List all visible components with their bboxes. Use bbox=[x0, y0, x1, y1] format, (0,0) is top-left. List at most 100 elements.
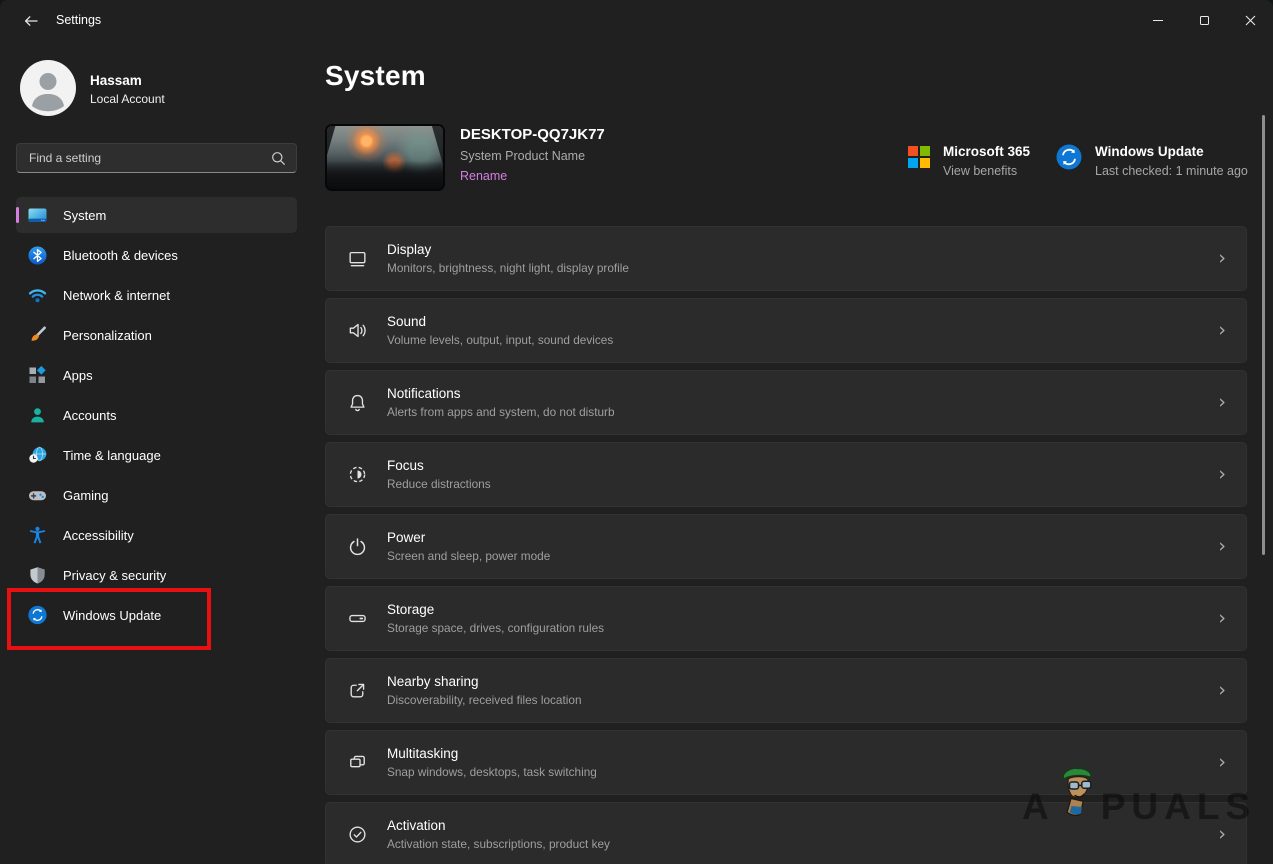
power-icon bbox=[346, 536, 368, 558]
device-wallpaper-thumbnail bbox=[325, 124, 445, 191]
titlebar: Settings bbox=[0, 0, 1273, 40]
sidebar-item-personalization[interactable]: Personalization bbox=[16, 317, 297, 353]
sidebar-item-label: Time & language bbox=[63, 447, 161, 463]
sidebar-item-bluetooth-devices[interactable]: Bluetooth & devices bbox=[16, 237, 297, 273]
device-product-name: System Product Name bbox=[460, 149, 586, 163]
check-circle-icon bbox=[346, 824, 368, 846]
row-subtitle: Snap windows, desktops, task switching bbox=[387, 765, 597, 779]
row-title: Storage bbox=[387, 602, 435, 617]
promo-title: Windows Update bbox=[1095, 144, 1204, 159]
sidebar-item-time-language[interactable]: Time & language bbox=[16, 437, 297, 473]
sidebar-item-label: Personalization bbox=[63, 327, 152, 343]
minimize-button[interactable] bbox=[1135, 0, 1181, 40]
back-arrow-icon bbox=[24, 16, 38, 26]
rename-link[interactable]: Rename bbox=[460, 169, 605, 183]
sidebar-item-label: Network & internet bbox=[63, 287, 170, 303]
shield-icon bbox=[28, 566, 47, 585]
scrollbar-thumb[interactable] bbox=[1262, 115, 1265, 555]
focus-icon bbox=[346, 464, 368, 486]
back-button[interactable] bbox=[14, 8, 48, 34]
microsoft-365-promo[interactable]: Microsoft 365 View benefits bbox=[908, 144, 1030, 178]
row-subtitle: Discoverability, received files location bbox=[387, 693, 582, 707]
clock-globe-icon bbox=[28, 446, 47, 465]
sidebar-item-label: Windows Update bbox=[63, 607, 162, 623]
close-icon bbox=[1245, 15, 1255, 25]
row-display[interactable]: Display Monitors, brightness, night ligh… bbox=[325, 226, 1247, 291]
storage-drive-icon bbox=[346, 608, 368, 630]
paintbrush-icon bbox=[28, 326, 47, 345]
sidebar-item-label: System bbox=[63, 207, 107, 223]
row-subtitle: Volume levels, output, input, sound devi… bbox=[387, 333, 614, 347]
device-name: DESKTOP-QQ7JK77 bbox=[460, 126, 605, 143]
sidebar-item-accounts[interactable]: Accounts bbox=[16, 397, 297, 433]
apps-grid-icon bbox=[28, 365, 47, 385]
row-sound[interactable]: Sound Volume levels, output, input, soun… bbox=[325, 298, 1247, 363]
sidebar-item-system[interactable]: System bbox=[16, 197, 297, 233]
sidebar: Hassam Local Account Find a setting Syst… bbox=[0, 40, 312, 864]
row-focus[interactable]: Focus Reduce distractions › bbox=[325, 442, 1247, 507]
sidebar-item-windows-update[interactable]: Windows Update bbox=[16, 597, 297, 633]
sidebar-item-label: Apps bbox=[63, 367, 93, 383]
sidebar-item-label: Bluetooth & devices bbox=[63, 247, 178, 263]
windows-update-promo[interactable]: Windows Update Last checked: 1 minute ag… bbox=[1056, 144, 1248, 178]
promo-title: Microsoft 365 bbox=[943, 144, 1031, 159]
windows-stack-icon bbox=[346, 752, 368, 774]
row-title: Sound bbox=[387, 314, 427, 329]
maximize-button[interactable] bbox=[1181, 0, 1227, 40]
sidebar-item-label: Accessibility bbox=[63, 527, 134, 543]
account-person-icon bbox=[28, 406, 47, 425]
sidebar-item-gaming[interactable]: Gaming bbox=[16, 477, 297, 513]
wifi-icon bbox=[28, 286, 47, 305]
row-storage[interactable]: Storage Storage space, drives, configura… bbox=[325, 586, 1247, 651]
sidebar-item-privacy-security[interactable]: Privacy & security bbox=[16, 557, 297, 593]
chevron-right-icon: › bbox=[1218, 463, 1226, 485]
row-title: Display bbox=[387, 242, 432, 257]
search-box[interactable] bbox=[16, 143, 297, 173]
sidebar-item-accessibility[interactable]: Accessibility bbox=[16, 517, 297, 553]
promo-subtitle[interactable]: View benefits bbox=[943, 164, 1030, 178]
row-title: Multitasking bbox=[387, 746, 459, 761]
row-title: Power bbox=[387, 530, 426, 545]
chevron-right-icon: › bbox=[1218, 751, 1226, 773]
row-title: Nearby sharing bbox=[387, 674, 479, 689]
minimize-icon bbox=[1153, 19, 1163, 21]
row-multitasking[interactable]: Multitasking Snap windows, desktops, tas… bbox=[325, 730, 1247, 795]
gamepad-icon bbox=[28, 486, 47, 505]
row-subtitle: Screen and sleep, power mode bbox=[387, 549, 551, 563]
row-subtitle: Storage space, drives, configuration rul… bbox=[387, 621, 605, 635]
row-subtitle: Activation state, subscriptions, product… bbox=[387, 837, 610, 851]
row-power[interactable]: Power Screen and sleep, power mode › bbox=[325, 514, 1247, 579]
promo-subtitle: Last checked: 1 minute ago bbox=[1095, 164, 1248, 178]
display-icon bbox=[346, 248, 368, 270]
sidebar-item-label: Privacy & security bbox=[63, 567, 167, 583]
person-icon bbox=[32, 73, 64, 112]
row-subtitle: Alerts from apps and system, do not dist… bbox=[387, 405, 615, 419]
system-icon bbox=[28, 206, 47, 225]
accessibility-person-icon bbox=[28, 526, 47, 545]
row-title: Notifications bbox=[387, 386, 461, 401]
row-subtitle: Reduce distractions bbox=[387, 477, 491, 491]
sidebar-item-apps[interactable]: Apps bbox=[16, 357, 297, 393]
bell-icon bbox=[346, 392, 368, 414]
search-input[interactable] bbox=[17, 151, 271, 165]
avatar[interactable] bbox=[20, 60, 76, 116]
sidebar-nav: System Bluetooth & devices Network & int… bbox=[16, 197, 297, 637]
maximize-icon bbox=[1199, 15, 1209, 25]
sidebar-item-label: Gaming bbox=[63, 487, 109, 503]
settings-window: Settings Hassam Local Account Find a set… bbox=[0, 0, 1273, 864]
row-nearby-sharing[interactable]: Nearby sharing Discoverability, received… bbox=[325, 658, 1247, 723]
row-notifications[interactable]: Notifications Alerts from apps and syste… bbox=[325, 370, 1247, 435]
row-subtitle: Monitors, brightness, night light, displ… bbox=[387, 261, 629, 275]
row-activation[interactable]: Activation Activation state, subscriptio… bbox=[325, 802, 1247, 864]
sidebar-item-label: Accounts bbox=[63, 407, 117, 423]
windows-update-icon bbox=[28, 605, 47, 625]
chevron-right-icon: › bbox=[1218, 391, 1226, 413]
chevron-right-icon: › bbox=[1218, 607, 1226, 629]
bluetooth-icon bbox=[28, 246, 47, 265]
profile-account-type: Local Account bbox=[90, 92, 165, 106]
windows-update-icon bbox=[1056, 144, 1082, 170]
microsoft-logo-icon bbox=[908, 146, 930, 168]
window-title: Settings bbox=[56, 13, 102, 27]
close-button[interactable] bbox=[1227, 0, 1273, 40]
sidebar-item-network-internet[interactable]: Network & internet bbox=[16, 277, 297, 313]
